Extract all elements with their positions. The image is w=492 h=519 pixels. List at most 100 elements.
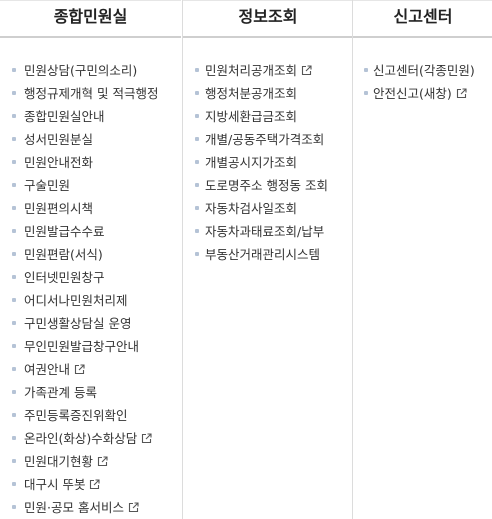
menu-item-label: 구민생활상담실 운영 xyxy=(24,316,132,331)
menu-item-label: 구술민원 xyxy=(24,178,71,193)
square-bullet-icon xyxy=(12,505,16,509)
square-bullet-icon xyxy=(12,68,16,72)
menu-item[interactable]: 가족관계 등록 xyxy=(0,381,181,404)
square-bullet-icon xyxy=(12,160,16,164)
menu-item-label: 자동차과태료조회/납부 xyxy=(205,224,325,239)
menu-item[interactable]: 지방세환급금조회 xyxy=(183,105,353,128)
menu-item[interactable]: 무인민원발급창구안내 xyxy=(0,335,181,358)
square-bullet-icon xyxy=(195,183,199,187)
menu-item-label: 여권안내 xyxy=(24,362,71,377)
menu-item[interactable]: 개별공시지가조회 xyxy=(183,151,353,174)
menu-item[interactable]: 대구시 뚜봇 xyxy=(0,473,181,496)
menu-item-label: 민원대기현황 xyxy=(24,454,94,469)
menu-item[interactable]: 자동차검사일조회 xyxy=(183,197,353,220)
square-bullet-icon xyxy=(364,68,368,72)
square-bullet-icon xyxy=(195,137,199,141)
square-bullet-icon xyxy=(12,413,16,417)
square-bullet-icon xyxy=(195,206,199,210)
external-link-icon xyxy=(128,502,139,513)
menu-item[interactable]: 민원처리공개조회 xyxy=(183,59,353,82)
menu-item-label: 무인민원발급창구안내 xyxy=(24,339,140,354)
menu-item-label: 민원처리공개조회 xyxy=(205,63,298,78)
square-bullet-icon xyxy=(195,68,199,72)
external-link-icon xyxy=(97,456,108,467)
menu-item-label: 개별/공동주택가격조회 xyxy=(205,132,325,147)
square-bullet-icon xyxy=(195,91,199,95)
menu-item[interactable]: 주민등록증진위확인 xyxy=(0,404,181,427)
menu-item[interactable]: 민원발급수수료 xyxy=(0,220,181,243)
column-info-lookup: 정보조회 민원처리공개조회행정처분공개조회지방세환급금조회개별/공동주택가격조회… xyxy=(182,0,353,519)
menu-item-label: 가족관계 등록 xyxy=(24,385,97,400)
menu-item-label: 행정처분공개조회 xyxy=(205,86,298,101)
column-heading: 신고센터 xyxy=(353,0,492,38)
menu-item[interactable]: 온라인(화상)수화상담 xyxy=(0,427,181,450)
external-link-icon xyxy=(141,433,152,444)
menu-item[interactable]: 민원·공모 홈서비스 xyxy=(0,496,181,519)
menu-item[interactable]: 부동산거래관리시스템 xyxy=(183,243,353,266)
square-bullet-icon xyxy=(12,390,16,394)
menu-item-label: 민원안내전화 xyxy=(24,155,94,170)
menu-item-label: 자동차검사일조회 xyxy=(205,201,298,216)
square-bullet-icon xyxy=(364,91,368,95)
external-link-icon xyxy=(456,88,467,99)
menu-item[interactable]: 민원상담(구민의소리) xyxy=(0,59,181,82)
menu-item-label: 대구시 뚜봇 xyxy=(24,477,86,492)
square-bullet-icon xyxy=(195,229,199,233)
menu-item-label: 지방세환급금조회 xyxy=(205,109,298,124)
menu-item-label: 개별공시지가조회 xyxy=(205,155,298,170)
menu-item-label: 성서민원분실 xyxy=(24,132,94,147)
square-bullet-icon xyxy=(12,229,16,233)
menu-item[interactable]: 민원대기현황 xyxy=(0,450,181,473)
square-bullet-icon xyxy=(12,459,16,463)
external-link-icon xyxy=(89,479,101,490)
menu-item[interactable]: 민원편람(서식) xyxy=(0,243,181,266)
menu-item[interactable]: 여권안내 xyxy=(0,358,181,381)
menu-item-label: 신고센터(각종민원) xyxy=(373,63,475,78)
menu-item[interactable]: 인터넷민원창구 xyxy=(0,266,181,289)
column-civil-service: 종합민원실 민원상담(구민의소리) 행정규제개혁 및 적극행정종합민원실안내성서민… xyxy=(0,0,181,519)
menu-item-label: 민원발급수수료 xyxy=(24,224,105,239)
menu-item[interactable]: 도로명주소 행정동 조회 xyxy=(183,174,353,197)
square-bullet-icon xyxy=(12,252,16,256)
menu-list: 민원상담(구민의소리) 행정규제개혁 및 적극행정종합민원실안내성서민원분실민원안… xyxy=(0,38,181,519)
menu-item-label: 민원편람(서식) xyxy=(24,247,103,262)
menu-item[interactable]: 안전신고(새창) xyxy=(353,82,492,105)
menu-item-label: 온라인(화상)수화상담 xyxy=(24,431,138,446)
menu-item[interactable]: 민원편의시책 xyxy=(0,197,181,220)
menu-item[interactable]: 행정처분공개조회 xyxy=(183,82,353,105)
menu-item-label: 종합민원실안내 xyxy=(24,109,105,124)
square-bullet-icon xyxy=(12,298,16,302)
menu-item[interactable]: 신고센터(각종민원) xyxy=(353,59,492,82)
menu-item-label: 도로명주소 행정동 조회 xyxy=(205,178,328,193)
square-bullet-icon xyxy=(12,114,16,118)
menu-item-label: 행정규제개혁 및 적극행정 xyxy=(24,86,159,101)
menu-item[interactable]: 구술민원 xyxy=(0,174,181,197)
menu-item[interactable]: 종합민원실안내 xyxy=(0,105,181,128)
menu-list: 민원처리공개조회행정처분공개조회지방세환급금조회개별/공동주택가격조회개별공시지… xyxy=(183,38,353,266)
menu-item[interactable]: 개별/공동주택가격조회 xyxy=(183,128,353,151)
menu-item-label: 주민등록증진위확인 xyxy=(24,408,128,423)
square-bullet-icon xyxy=(12,482,16,486)
square-bullet-icon xyxy=(195,252,199,256)
menu-item-label: 민원·공모 홈서비스 xyxy=(24,500,124,515)
menu-item-label: 어디서나민원처리제 xyxy=(24,293,128,308)
square-bullet-icon xyxy=(12,344,16,348)
column-heading: 정보조회 xyxy=(183,0,353,38)
external-link-icon xyxy=(301,65,312,76)
column-heading: 종합민원실 xyxy=(0,0,181,38)
menu-item-label: 부동산거래관리시스템 xyxy=(205,247,321,262)
menu-item-label: 안전신고(새창) xyxy=(373,86,452,101)
menu-item-label: 민원편의시책 xyxy=(24,201,94,216)
square-bullet-icon xyxy=(12,137,16,141)
menu-item[interactable]: 행정규제개혁 및 적극행정 xyxy=(0,82,181,105)
menu-item[interactable]: 자동차과태료조회/납부 xyxy=(183,220,353,243)
square-bullet-icon xyxy=(12,275,16,279)
square-bullet-icon xyxy=(12,91,16,95)
menu-panel: 종합민원실 민원상담(구민의소리) 행정규제개혁 및 적극행정종합민원실안내성서민… xyxy=(0,0,492,519)
menu-item[interactable]: 어디서나민원처리제 xyxy=(0,289,181,312)
square-bullet-icon xyxy=(12,321,16,325)
menu-item[interactable]: 성서민원분실 xyxy=(0,128,181,151)
menu-list: 신고센터(각종민원) 안전신고(새창) xyxy=(353,38,492,105)
menu-item[interactable]: 민원안내전화 xyxy=(0,151,181,174)
menu-item[interactable]: 구민생활상담실 운영 xyxy=(0,312,181,335)
